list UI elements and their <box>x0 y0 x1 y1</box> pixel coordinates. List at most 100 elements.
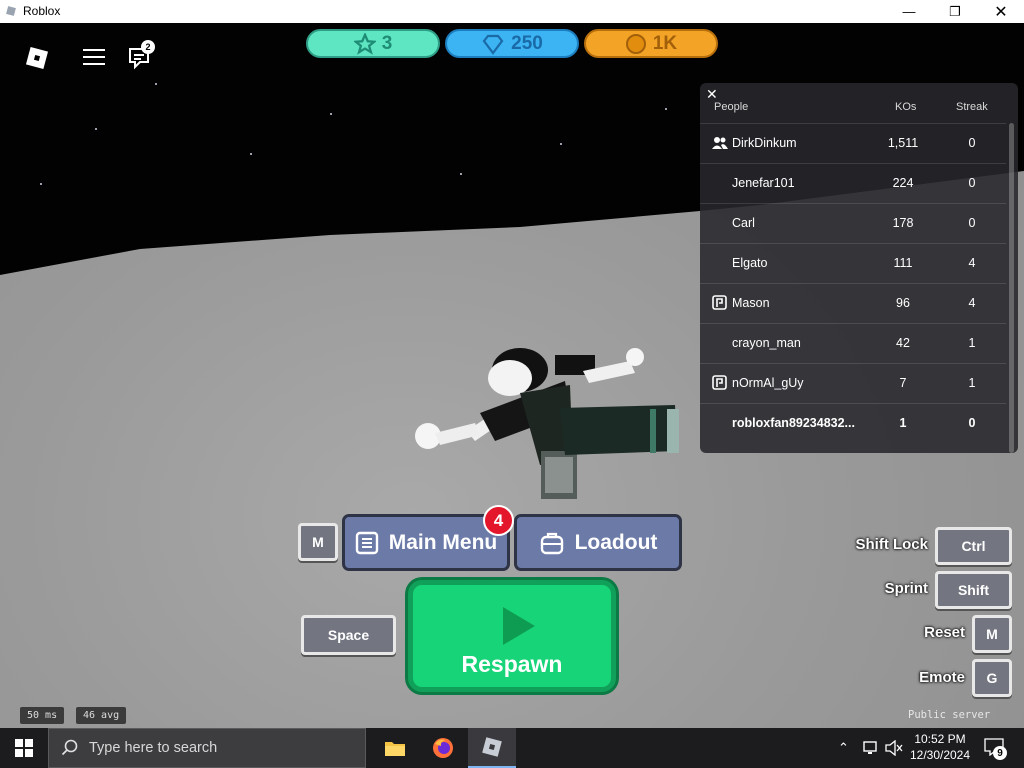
taskbar-clock[interactable]: 10:52 PM 12/30/2024 <box>904 731 976 763</box>
game-viewport[interactable]: 2 3 250 1K ✕ People KOs Streak DirkDinku… <box>0 23 1024 728</box>
player-streak: 4 <box>968 256 976 270</box>
server-type-label: Public server <box>908 709 991 721</box>
leaderboard-row[interactable]: DirkDinkum 1,511 0 <box>700 123 1006 162</box>
restore-icon: ❐ <box>949 3 961 19</box>
friends-icon <box>712 137 728 149</box>
header-people: People <box>714 101 749 113</box>
roblox-logo-icon <box>25 46 49 70</box>
close-button[interactable]: ✕ <box>978 0 1024 23</box>
emote-label: Emote <box>919 669 965 686</box>
player-kos: 96 <box>896 296 910 310</box>
player-kos: 1 <box>899 416 907 430</box>
header-kos: KOs <box>895 101 917 113</box>
leaderboard-row[interactable]: Jenefar101 224 0 <box>700 163 1006 202</box>
volume-muted-icon[interactable] <box>884 740 904 756</box>
notification-count-badge: 9 <box>993 746 1007 760</box>
gem-icon <box>482 34 504 55</box>
player-kos: 42 <box>896 336 910 350</box>
leaderboard-row[interactable]: crayon_man 42 1 <box>700 323 1006 362</box>
leaderboard-row[interactable]: Elgato 111 4 <box>700 243 1006 282</box>
roblox-menu-button[interactable] <box>20 41 54 75</box>
chevron-up-icon: ⌃ <box>838 740 849 755</box>
player-streak: 0 <box>968 136 976 150</box>
player-streak: 0 <box>968 216 976 230</box>
coins-counter: 1K <box>584 29 718 58</box>
leaderboard-row[interactable]: Mason 96 4 <box>700 283 1006 322</box>
show-hidden-icons-button[interactable]: ⌃ <box>838 740 849 756</box>
notification-center-button[interactable]: 9 <box>984 738 1008 760</box>
network-icon[interactable] <box>862 740 880 756</box>
search-placeholder: Type here to search <box>89 740 218 756</box>
player-kos: 7 <box>899 376 907 390</box>
respawn-button[interactable]: Respawn <box>408 580 616 692</box>
chat-badge: 2 <box>141 40 155 54</box>
stars-value: 3 <box>381 32 393 54</box>
loadout-label: Loadout <box>574 530 658 554</box>
player-kos: 1,511 <box>887 136 919 150</box>
leaderboard-row[interactable]: robloxfan89234832... 1 0 <box>700 403 1006 442</box>
backpack-icon <box>540 532 563 554</box>
loadout-button[interactable]: Loadout <box>514 514 682 571</box>
menu-key-hint: M <box>298 523 338 561</box>
player-streak: 0 <box>968 416 976 430</box>
taskbar-search-box[interactable]: Type here to search <box>48 728 366 768</box>
windows-taskbar: Type here to search ⌃ 10:52 PM 12/30/202… <box>0 728 1024 768</box>
stars-counter: 3 <box>306 29 440 58</box>
roblox-taskbar-button[interactable] <box>468 728 516 768</box>
reset-label: Reset <box>924 624 965 641</box>
player-streak: 4 <box>968 296 976 310</box>
menu-list-icon <box>355 531 378 554</box>
firefox-taskbar-button[interactable] <box>420 728 466 768</box>
gems-value: 250 <box>511 32 543 54</box>
gems-counter: 250 <box>445 29 579 58</box>
player-kos: 111 <box>893 256 913 270</box>
leaderboard-row[interactable]: nOrmAl_gUy 7 1 <box>700 363 1006 402</box>
shift-key-hint[interactable]: Shift <box>935 571 1012 609</box>
shift-lock-label: Shift Lock <box>855 536 928 553</box>
folder-icon <box>385 742 405 756</box>
reset-key-hint[interactable]: M <box>972 615 1012 653</box>
minimize-icon: — <box>902 4 916 19</box>
maximize-button[interactable]: ❐ <box>932 0 978 23</box>
player-name: nOrmAl_gUy <box>732 376 804 390</box>
player-streak: 1 <box>968 336 976 350</box>
leaderboard-header: People KOs Streak <box>700 101 1018 123</box>
firefox-icon <box>433 738 453 758</box>
window-title: Roblox <box>23 4 61 18</box>
player-streak: 0 <box>968 176 976 190</box>
hamburger-menu-button[interactable] <box>78 41 110 73</box>
leaderboard-close-button[interactable]: ✕ <box>706 87 720 101</box>
premium-icon <box>712 375 727 390</box>
player-name: Carl <box>732 216 755 230</box>
close-icon: ✕ <box>706 86 718 102</box>
main-menu-label: Main Menu <box>388 530 498 554</box>
leaderboard-scrollbar[interactable] <box>1009 123 1014 453</box>
player-streak: 1 <box>968 376 976 390</box>
file-explorer-taskbar-button[interactable] <box>372 728 418 768</box>
player-kos: 224 <box>892 176 914 190</box>
player-name: DirkDinkum <box>732 136 797 150</box>
clock-time: 10:52 PM <box>914 732 966 746</box>
player-name: robloxfan89234832... <box>732 416 855 430</box>
search-icon <box>61 739 78 756</box>
window-titlebar: Roblox — ❐ ✕ <box>0 0 1024 23</box>
chat-button[interactable]: 2 <box>122 39 158 73</box>
emote-key-hint[interactable]: G <box>972 659 1012 697</box>
ping-stat: 50 ms <box>20 707 65 724</box>
ping-avg-stat: 46 avg <box>76 707 127 724</box>
player-avatar <box>415 348 679 499</box>
clock-date: 12/30/2024 <box>909 748 971 762</box>
roblox-app-icon <box>6 6 16 16</box>
premium-icon <box>712 295 727 310</box>
star-icon <box>353 32 376 55</box>
minimize-button[interactable]: — <box>886 0 932 23</box>
play-icon <box>503 607 535 645</box>
start-button[interactable] <box>0 728 48 768</box>
coin-icon <box>625 33 646 54</box>
respawn-label: Respawn <box>461 651 563 677</box>
close-icon: ✕ <box>994 3 1008 21</box>
leaderboard-row[interactable]: Carl 178 0 <box>700 203 1006 242</box>
sprint-label: Sprint <box>884 580 928 597</box>
ctrl-key-hint[interactable]: Ctrl <box>935 527 1012 565</box>
player-name: Jenefar101 <box>732 176 795 190</box>
